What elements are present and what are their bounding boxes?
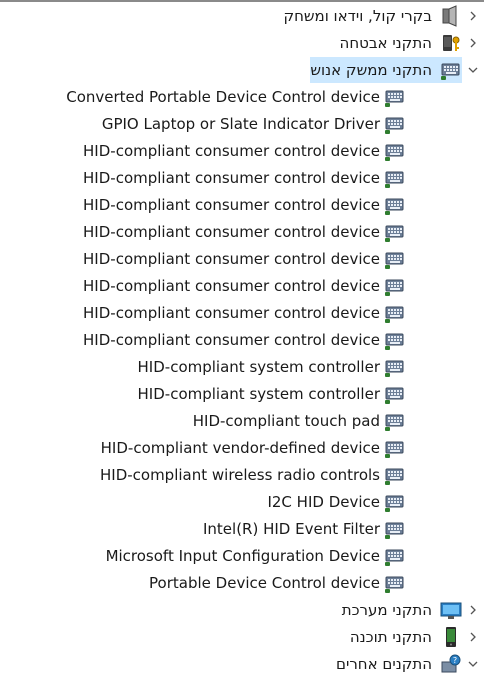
tree-device-item[interactable]: HID-compliant consumer control device: [83, 165, 406, 191]
device-label: HID-compliant consumer control device: [83, 250, 380, 268]
device-label: HID-compliant consumer control device: [83, 196, 380, 214]
svg-text:?: ?: [453, 656, 457, 665]
device-label: HID-compliant consumer control device: [83, 223, 380, 241]
keyboard-icon: [384, 356, 406, 378]
unknown-device-icon: ?: [440, 653, 462, 675]
tree-device-item[interactable]: HID-compliant consumer control device: [83, 219, 406, 245]
chevron-right-icon[interactable]: [466, 3, 480, 29]
category-label: התקני תוכנה: [349, 628, 432, 646]
chevron-right-icon[interactable]: [466, 624, 480, 650]
device-label: HID-compliant system controller: [137, 385, 380, 403]
keyboard-icon: [384, 329, 406, 351]
tree-device-item[interactable]: GPIO Laptop or Slate Indicator Driver: [102, 111, 406, 137]
tree-device-item[interactable]: HID-compliant touch pad: [193, 408, 406, 434]
tree-device-item[interactable]: HID-compliant system controller: [138, 381, 406, 407]
category-label: התקני ממשק אנוש: [310, 61, 432, 79]
device-label: Microsoft Input Configuration Device: [105, 547, 380, 565]
keyboard-icon: [384, 572, 406, 594]
tree-device-item[interactable]: HID-compliant system controller: [138, 354, 406, 380]
keyboard-icon: [384, 302, 406, 324]
tree-category-software-devices[interactable]: התקני תוכנה: [350, 624, 462, 650]
chevron-right-icon[interactable]: [466, 597, 480, 623]
device-label: I2C HID Device: [267, 493, 380, 511]
keyboard-icon: [384, 221, 406, 243]
phone-icon: [440, 626, 462, 648]
keyboard-icon: [384, 86, 406, 108]
keyboard-icon: [384, 248, 406, 270]
tree-device-item[interactable]: HID-compliant vendor-defined device: [101, 435, 406, 461]
category-label: התקני אבטחה: [339, 34, 432, 52]
device-label: HID-compliant vendor-defined device: [100, 439, 380, 457]
device-label: Intel(R) HID Event Filter: [202, 520, 380, 538]
device-label: HID-compliant consumer control device: [83, 169, 380, 187]
category-label: התקנים אחרים: [336, 655, 432, 673]
keyboard-icon: [384, 410, 406, 432]
speaker-icon: [440, 5, 462, 27]
tree-device-item[interactable]: HID-compliant consumer control device: [83, 327, 406, 353]
device-label: GPIO Laptop or Slate Indicator Driver: [101, 115, 380, 133]
keyboard-icon: [384, 275, 406, 297]
category-label: בקרי קול, וידאו ומשחק: [283, 7, 432, 25]
chevron-down-icon[interactable]: [466, 57, 480, 83]
tree-device-item[interactable]: Portable Device Control device: [149, 570, 406, 596]
tree-category-system-devices[interactable]: התקני מערכת: [342, 597, 462, 623]
tree-device-item[interactable]: HID-compliant consumer control device: [83, 300, 406, 326]
chevron-down-icon[interactable]: [466, 651, 480, 677]
device-label: HID-compliant system controller: [137, 358, 380, 376]
tree-device-item[interactable]: HID-compliant wireless radio controls: [100, 462, 406, 488]
device-label: Converted Portable Device Control device: [66, 88, 380, 106]
tree-category-security-devices[interactable]: התקני אבטחה: [340, 30, 462, 56]
keyboard-icon: [384, 167, 406, 189]
keyboard-icon: [384, 194, 406, 216]
keyboard-icon: [384, 437, 406, 459]
tree-device-item[interactable]: HID-compliant consumer control device: [83, 138, 406, 164]
tree-device-item[interactable]: I2C HID Device: [267, 489, 406, 515]
keyboard-icon: [384, 113, 406, 135]
device-label: HID-compliant touch pad: [192, 412, 380, 430]
keyboard-icon: [384, 464, 406, 486]
category-label: התקני מערכת: [341, 601, 432, 619]
tree-device-item[interactable]: Intel(R) HID Event Filter: [203, 516, 406, 542]
keyboard-icon: [384, 140, 406, 162]
security-key-icon: [440, 32, 462, 54]
tree-category-sound-video-game[interactable]: בקרי קול, וידאו ומשחק: [283, 3, 462, 29]
tree-category-other-devices[interactable]: התקנים אחרים?: [336, 651, 462, 677]
keyboard-icon: [384, 518, 406, 540]
device-label: HID-compliant consumer control device: [83, 142, 380, 160]
monitor-icon: [440, 599, 462, 621]
tree-device-item[interactable]: HID-compliant consumer control device: [83, 246, 406, 272]
device-label: HID-compliant consumer control device: [83, 277, 380, 295]
device-label: HID-compliant consumer control device: [83, 304, 380, 322]
keyboard-icon: [384, 383, 406, 405]
device-label: Portable Device Control device: [149, 574, 380, 592]
device-label: HID-compliant consumer control device: [83, 331, 380, 349]
tree-device-item[interactable]: Microsoft Input Configuration Device: [106, 543, 406, 569]
tree-device-item[interactable]: Converted Portable Device Control device: [66, 84, 406, 110]
device-label: HID-compliant wireless radio controls: [99, 466, 380, 484]
chevron-right-icon[interactable]: [466, 30, 480, 56]
keyboard-icon: [384, 545, 406, 567]
keyboard-icon: [440, 59, 462, 81]
keyboard-icon: [384, 491, 406, 513]
top-border: [0, 0, 484, 2]
tree-device-item[interactable]: HID-compliant consumer control device: [83, 273, 406, 299]
tree-device-item[interactable]: HID-compliant consumer control device: [83, 192, 406, 218]
tree-category-human-interface-devices[interactable]: התקני ממשק אנוש: [310, 57, 462, 83]
